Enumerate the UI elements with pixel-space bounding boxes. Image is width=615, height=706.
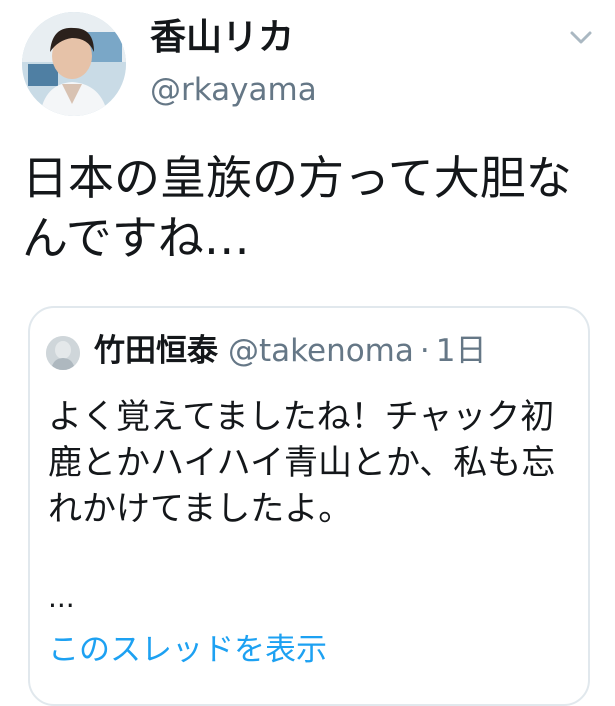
author-avatar[interactable] — [22, 12, 126, 116]
quoted-tweet-header: 竹田恒泰 @takenoma · 1日 — [94, 330, 486, 377]
show-thread-link[interactable]: このスレッドを表示 — [48, 630, 327, 670]
truncation-indicator: ... — [48, 581, 75, 614]
quoted-author-handle[interactable]: @takenoma — [228, 333, 414, 369]
tweet: 香山リカ @rkayama 日本の皇族の方って大胆なんですね… 竹田恒泰 @tak… — [0, 0, 615, 706]
quoted-author-name[interactable]: 竹田恒泰 — [94, 333, 218, 369]
author-handle[interactable]: @rkayama — [150, 70, 317, 110]
quoted-tweet-text: よく覚えてましたね！チャック初鹿とかハイハイ青山とか、私も忘れかけてましたよ。 — [48, 397, 556, 529]
author-display-name[interactable]: 香山リカ — [150, 16, 294, 60]
quoted-tweet-card[interactable]: 竹田恒泰 @takenoma · 1日 よく覚えてましたね！チャック初鹿とかハイハイ青… — [28, 306, 590, 706]
quoted-author-avatar[interactable] — [46, 336, 80, 370]
tweet-text: 日本の皇族の方って大胆なんですね… — [22, 151, 572, 265]
header-separator: · — [419, 333, 430, 369]
quoted-tweet-time[interactable]: 1日 — [436, 333, 487, 369]
chevron-down-icon[interactable] — [566, 26, 596, 50]
